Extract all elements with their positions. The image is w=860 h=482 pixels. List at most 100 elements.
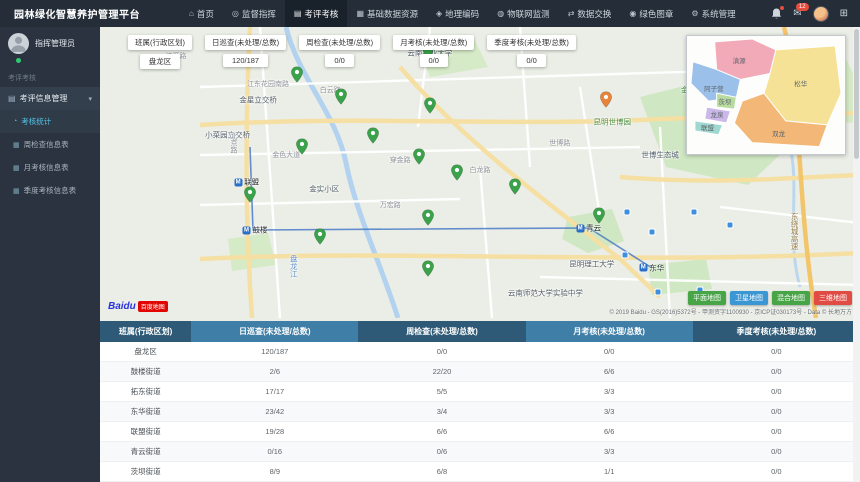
- filter-value[interactable]: 120/187: [223, 54, 268, 67]
- map-type-button-hybrid[interactable]: 混合地图: [772, 291, 810, 305]
- database-icon: ▦: [356, 9, 364, 18]
- minimap-region-label: 阿子营: [704, 83, 724, 93]
- sidebar-item-assessment-stats[interactable]: ◔考核统计: [0, 110, 100, 133]
- filter-label[interactable]: 季度考核(未处理/总数): [487, 35, 576, 50]
- table-row[interactable]: 联盟街道19/286/66/60/0: [100, 422, 860, 442]
- message-icon[interactable]: ✉ 12: [793, 8, 801, 19]
- filter-bar: 班属(行政区划) 盘龙区 日巡查(未处理/总数) 120/187 周检查(未处理/总数)…: [128, 35, 576, 69]
- sidebar-item-label: 周检查信息表: [24, 139, 69, 150]
- map-marker-green[interactable]: [313, 228, 326, 250]
- district-cell: 东华街道: [100, 402, 191, 422]
- filter-value[interactable]: 盘龙区: [140, 54, 181, 69]
- map-marker-green[interactable]: [413, 148, 426, 170]
- table-row[interactable]: 青云街道0/160/63/30/0: [100, 442, 860, 462]
- table-row[interactable]: 鼓楼街道2/622/206/60/0: [100, 362, 860, 382]
- map-marker-green[interactable]: [366, 127, 379, 149]
- map-type-button-3d[interactable]: 三维地图: [814, 291, 852, 305]
- chevron-down-icon: ▾: [88, 95, 92, 103]
- nav-item-supervision[interactable]: ◎监督指挥: [223, 0, 285, 27]
- filter-value[interactable]: 0/0: [517, 54, 545, 67]
- nav-item-iot-monitor[interactable]: ◍物联网监测: [488, 0, 559, 27]
- map-marker-green[interactable]: [508, 178, 521, 200]
- gear-icon: ⚙: [691, 9, 698, 18]
- assessment-table: 班属(行政区划)日巡查(未处理/总数)周检查(未处理/总数)月考核(未处理/总数…: [100, 321, 860, 482]
- nav-item-label: 考评考核: [304, 8, 338, 20]
- nav-item-label: 监督指挥: [242, 8, 276, 20]
- nav-item-system[interactable]: ⚙系统管理: [682, 0, 744, 27]
- map-type-button-satellite[interactable]: 卫星地图: [730, 291, 768, 305]
- stat-cell: 0/0: [693, 402, 860, 422]
- message-badge: 12: [796, 3, 809, 11]
- table-header-cell: 日巡查(未处理/总数): [191, 321, 358, 342]
- table-row[interactable]: 盘龙区120/1870/00/00/0: [100, 342, 860, 362]
- person-icon: [8, 33, 29, 54]
- minimap-region-label: 茨坝: [718, 96, 731, 106]
- filter-label[interactable]: 周检查(未处理/总数): [299, 35, 380, 50]
- district-cell: 茨坝街道: [100, 462, 191, 482]
- nav-item-home[interactable]: ⌂首页: [180, 0, 223, 27]
- nav-item-green-seal[interactable]: ◉绿色图章: [620, 0, 682, 27]
- map-marker-green[interactable]: [451, 164, 464, 186]
- sidebar-item-monthly-assessment-table[interactable]: ▦月考核信息表: [0, 156, 100, 179]
- overview-minimap[interactable]: 滇源阿子营松华双龙茨坝龙泉联盟: [686, 35, 846, 155]
- app-title: 园林绿化智慧养护管理平台: [0, 6, 154, 21]
- map-marker-green[interactable]: [423, 97, 436, 119]
- sidebar-item-weekly-check-table[interactable]: ▦周检查信息表: [0, 133, 100, 156]
- nav-item-geocoding[interactable]: ◈地理编码: [427, 0, 488, 27]
- stat-cell: 8/9: [191, 462, 358, 482]
- map-type-button-flat[interactable]: 平面地图: [688, 291, 726, 305]
- bell-icon[interactable]: [771, 8, 782, 20]
- map-filter-0: 班属(行政区划) 盘龙区: [128, 35, 192, 69]
- stat-cell: 1/1: [526, 462, 693, 482]
- apps-glyph: ⊞: [840, 8, 848, 19]
- filter-label[interactable]: 班属(行政区划): [128, 35, 192, 50]
- pin-glyph: [422, 209, 435, 226]
- table-row[interactable]: 茨坝街道8/96/81/10/0: [100, 462, 860, 482]
- table-icon: ▦: [13, 164, 20, 172]
- map-marker-green[interactable]: [422, 209, 435, 231]
- nav-item-label: 物联网监测: [507, 8, 550, 20]
- table-row[interactable]: 拓东街道17/175/53/30/0: [100, 382, 860, 402]
- filter-label[interactable]: 月考核(未处理/总数): [393, 35, 474, 50]
- sidebar-item-assessment-info[interactable]: ▤ 考评信息管理 ▾: [0, 87, 100, 110]
- stat-cell: 120/187: [191, 342, 358, 362]
- filter-value[interactable]: 0/0: [325, 54, 353, 67]
- iot-icon: ◍: [497, 9, 504, 18]
- online-status-dot: [16, 58, 21, 63]
- filter-label[interactable]: 日巡查(未处理/总数): [205, 35, 286, 50]
- baidu-logo: Baidu 百度地图: [108, 301, 168, 312]
- table-row[interactable]: 东华街道23/423/43/30/0: [100, 402, 860, 422]
- user-avatar[interactable]: [813, 6, 829, 22]
- baidu-map-label: 百度地图: [138, 301, 168, 312]
- pin-glyph: [243, 186, 256, 203]
- map-filter-4: 季度考核(未处理/总数) 0/0: [487, 35, 576, 69]
- scrollbar-thumb[interactable]: [854, 29, 859, 159]
- map-marker-orange[interactable]: [600, 91, 613, 113]
- map-marker-green[interactable]: [296, 138, 309, 160]
- district-cell: 鼓楼街道: [100, 362, 191, 382]
- pin-glyph: [366, 127, 379, 144]
- map-marker-green[interactable]: [243, 186, 256, 208]
- apps-icon[interactable]: ⊞: [840, 8, 848, 19]
- pin-glyph: [508, 178, 521, 195]
- nav-item-data-exchange[interactable]: ⇄数据交换: [559, 0, 621, 27]
- page-scrollbar[interactable]: [853, 27, 860, 482]
- stat-cell: 0/0: [693, 362, 860, 382]
- filter-value[interactable]: 0/0: [420, 54, 448, 67]
- stat-cell: 2/6: [191, 362, 358, 382]
- map-marker-green[interactable]: [334, 88, 347, 110]
- minimap-region-label: 双龙: [772, 128, 785, 138]
- nav-item-basic-data[interactable]: ▦基础数据资源: [347, 0, 427, 27]
- map-marker-green[interactable]: [593, 207, 606, 229]
- sidebar-item-quarterly-assessment-table[interactable]: ▦季度考核信息表: [0, 179, 100, 202]
- sidebar-avatar[interactable]: [8, 33, 29, 54]
- pin-glyph: [600, 91, 613, 108]
- stat-cell: 0/0: [693, 422, 860, 442]
- map-marker-green[interactable]: [422, 260, 435, 282]
- stat-cell: 0/0: [693, 342, 860, 362]
- stat-cell: 17/17: [191, 382, 358, 402]
- map-canvas[interactable]: 沣源路云南农业大学江东花园南路金星立交桥白云路小菜园立交桥北京路金色大道穿金路白…: [100, 27, 860, 318]
- map-marker-green[interactable]: [290, 66, 303, 88]
- table-header-row: 班属(行政区划)日巡查(未处理/总数)周检查(未处理/总数)月考核(未处理/总数…: [100, 321, 860, 342]
- nav-item-assessment[interactable]: ▤考评考核: [285, 0, 348, 27]
